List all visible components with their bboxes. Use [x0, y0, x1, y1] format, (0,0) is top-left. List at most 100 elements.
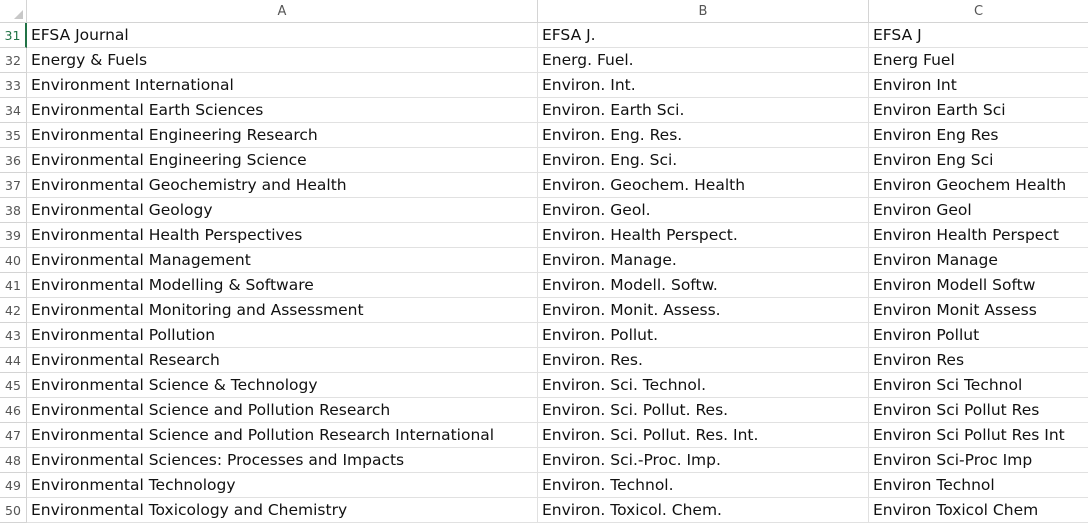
cell-journal-name[interactable]: Environmental Science & Technology — [27, 373, 538, 398]
cell-abbreviation-dotted[interactable]: EFSA J. — [538, 23, 869, 48]
cell-journal-name[interactable]: Environmental Science and Pollution Rese… — [27, 423, 538, 448]
cell-abbreviation-plain[interactable]: Environ Sci Pollut Res Int — [869, 423, 1088, 448]
cell-abbreviation-dotted[interactable]: Environ. Pollut. — [538, 323, 869, 348]
cell-abbreviation-dotted[interactable]: Environ. Modell. Softw. — [538, 273, 869, 298]
row-header[interactable]: 32 — [0, 48, 27, 73]
cell-abbreviation-dotted[interactable]: Environ. Eng. Sci. — [538, 148, 869, 173]
select-all-corner[interactable] — [0, 0, 27, 23]
row-header[interactable]: 49 — [0, 473, 27, 498]
cell-journal-name[interactable]: Environment International — [27, 73, 538, 98]
cell-abbreviation-plain[interactable]: Environ Toxicol Chem — [869, 498, 1088, 523]
row-header[interactable]: 39 — [0, 223, 27, 248]
table-row: 38 Environmental Geology Environ. Geol. Env… — [0, 198, 1088, 223]
cell-abbreviation-plain[interactable]: Environ Sci-Proc Imp — [869, 448, 1088, 473]
cell-abbreviation-plain[interactable]: Environ Sci Technol — [869, 373, 1088, 398]
row-header[interactable]: 31 — [0, 23, 27, 48]
row-header[interactable]: 41 — [0, 273, 27, 298]
cell-abbreviation-plain[interactable]: Environ Monit Assess — [869, 298, 1088, 323]
table-row: 47 Environmental Science and Pollution Re… — [0, 423, 1088, 448]
cell-abbreviation-dotted[interactable]: Environ. Technol. — [538, 473, 869, 498]
cell-journal-name[interactable]: Environmental Technology — [27, 473, 538, 498]
cell-abbreviation-plain[interactable]: Environ Health Perspect — [869, 223, 1088, 248]
cell-journal-name[interactable]: Energy & Fuels — [27, 48, 538, 73]
row-header[interactable]: 38 — [0, 198, 27, 223]
cell-abbreviation-dotted[interactable]: Environ. Monit. Assess. — [538, 298, 869, 323]
cell-journal-name[interactable]: Environmental Management — [27, 248, 538, 273]
cell-abbreviation-dotted[interactable]: Environ. Geochem. Health — [538, 173, 869, 198]
row-header[interactable]: 35 — [0, 123, 27, 148]
cell-abbreviation-dotted[interactable]: Environ. Int. — [538, 73, 869, 98]
cell-journal-name[interactable]: Environmental Science and Pollution Rese… — [27, 398, 538, 423]
cell-abbreviation-plain[interactable]: EFSA J — [869, 23, 1088, 48]
row-header[interactable]: 50 — [0, 498, 27, 523]
row-header[interactable]: 40 — [0, 248, 27, 273]
cell-abbreviation-dotted[interactable]: Environ. Manage. — [538, 248, 869, 273]
column-header-a[interactable]: A — [27, 0, 538, 23]
cell-abbreviation-plain[interactable]: Environ Manage — [869, 248, 1088, 273]
row-header[interactable]: 43 — [0, 323, 27, 348]
cell-abbreviation-plain[interactable]: Environ Int — [869, 73, 1088, 98]
table-row: 49 Environmental Technology Environ. Techn… — [0, 473, 1088, 498]
cell-journal-name[interactable]: Environmental Health Perspectives — [27, 223, 538, 248]
row-header[interactable]: 48 — [0, 448, 27, 473]
cell-journal-name[interactable]: Environmental Sciences: Processes and Im… — [27, 448, 538, 473]
cell-abbreviation-plain[interactable]: Environ Eng Res — [869, 123, 1088, 148]
cell-abbreviation-plain[interactable]: Energ Fuel — [869, 48, 1088, 73]
cell-abbreviation-dotted[interactable]: Environ. Sci. Technol. — [538, 373, 869, 398]
row-header[interactable]: 45 — [0, 373, 27, 398]
cell-journal-name[interactable]: Environmental Research — [27, 348, 538, 373]
row-header[interactable]: 44 — [0, 348, 27, 373]
cell-abbreviation-dotted[interactable]: Environ. Toxicol. Chem. — [538, 498, 869, 523]
table-row: 32 Energy & Fuels Energ. Fuel. Energ Fuel — [0, 48, 1088, 73]
cell-abbreviation-dotted[interactable]: Environ. Sci. Pollut. Res. Int. — [538, 423, 869, 448]
cell-abbreviation-plain[interactable]: Environ Earth Sci — [869, 98, 1088, 123]
cell-journal-name[interactable]: Environmental Geochemistry and Health — [27, 173, 538, 198]
cell-abbreviation-plain[interactable]: Environ Geol — [869, 198, 1088, 223]
spreadsheet: A B C 31 EFSA Journal EFSA J. EFSA J 32 Energ… — [0, 0, 1088, 527]
table-row: 45 Environmental Science & Technology Envi… — [0, 373, 1088, 398]
cell-abbreviation-plain[interactable]: Environ Technol — [869, 473, 1088, 498]
cell-abbreviation-plain[interactable]: Environ Pollut — [869, 323, 1088, 348]
table-row: 44 Environmental Research Environ. Res. Env… — [0, 348, 1088, 373]
cell-abbreviation-plain[interactable]: Environ Geochem Health — [869, 173, 1088, 198]
cell-abbreviation-plain[interactable]: Environ Sci Pollut Res — [869, 398, 1088, 423]
row-header[interactable]: 46 — [0, 398, 27, 423]
row-header[interactable]: 34 — [0, 98, 27, 123]
row-header[interactable]: 47 — [0, 423, 27, 448]
table-row: 50 Environmental Toxicology and Chemistry… — [0, 498, 1088, 523]
cell-abbreviation-plain[interactable]: Environ Eng Sci — [869, 148, 1088, 173]
cell-journal-name[interactable]: Environmental Monitoring and Assessment — [27, 298, 538, 323]
cell-journal-name[interactable]: Environmental Earth Sciences — [27, 98, 538, 123]
row-header[interactable]: 42 — [0, 298, 27, 323]
cell-abbreviation-dotted[interactable]: Environ. Eng. Res. — [538, 123, 869, 148]
cell-abbreviation-dotted[interactable]: Environ. Geol. — [538, 198, 869, 223]
cell-abbreviation-dotted[interactable]: Environ. Sci.-Proc. Imp. — [538, 448, 869, 473]
column-header-c[interactable]: C — [869, 0, 1088, 23]
table-row: 42 Environmental Monitoring and Assessmen… — [0, 298, 1088, 323]
row-header[interactable]: 37 — [0, 173, 27, 198]
cell-journal-name[interactable]: Environmental Pollution — [27, 323, 538, 348]
cell-abbreviation-dotted[interactable]: Environ. Sci. Pollut. Res. — [538, 398, 869, 423]
cell-journal-name[interactable]: Environmental Modelling & Software — [27, 273, 538, 298]
table-row: 35 Environmental Engineering Research Envi… — [0, 123, 1088, 148]
cell-abbreviation-dotted[interactable]: Environ. Res. — [538, 348, 869, 373]
cell-journal-name[interactable]: Environmental Geology — [27, 198, 538, 223]
table-row: 39 Environmental Health Perspectives Envir… — [0, 223, 1088, 248]
cell-abbreviation-dotted[interactable]: Environ. Health Perspect. — [538, 223, 869, 248]
cell-abbreviation-dotted[interactable]: Energ. Fuel. — [538, 48, 869, 73]
table-row: 37 Environmental Geochemistry and Health E… — [0, 173, 1088, 198]
cell-journal-name[interactable]: Environmental Engineering Science — [27, 148, 538, 173]
cell-abbreviation-plain[interactable]: Environ Modell Softw — [869, 273, 1088, 298]
table-row: 41 Environmental Modelling & Software Envi… — [0, 273, 1088, 298]
column-header-b[interactable]: B — [538, 0, 869, 23]
cell-abbreviation-dotted[interactable]: Environ. Earth Sci. — [538, 98, 869, 123]
select-all-triangle-icon — [14, 10, 23, 19]
table-row: 40 Environmental Management Environ. Manag… — [0, 248, 1088, 273]
cell-journal-name[interactable]: Environmental Toxicology and Chemistry — [27, 498, 538, 523]
cell-journal-name[interactable]: Environmental Engineering Research — [27, 123, 538, 148]
row-header[interactable]: 36 — [0, 148, 27, 173]
table-row: 33 Environment International Environ. Int.… — [0, 73, 1088, 98]
cell-abbreviation-plain[interactable]: Environ Res — [869, 348, 1088, 373]
cell-journal-name[interactable]: EFSA Journal — [27, 23, 538, 48]
row-header[interactable]: 33 — [0, 73, 27, 98]
